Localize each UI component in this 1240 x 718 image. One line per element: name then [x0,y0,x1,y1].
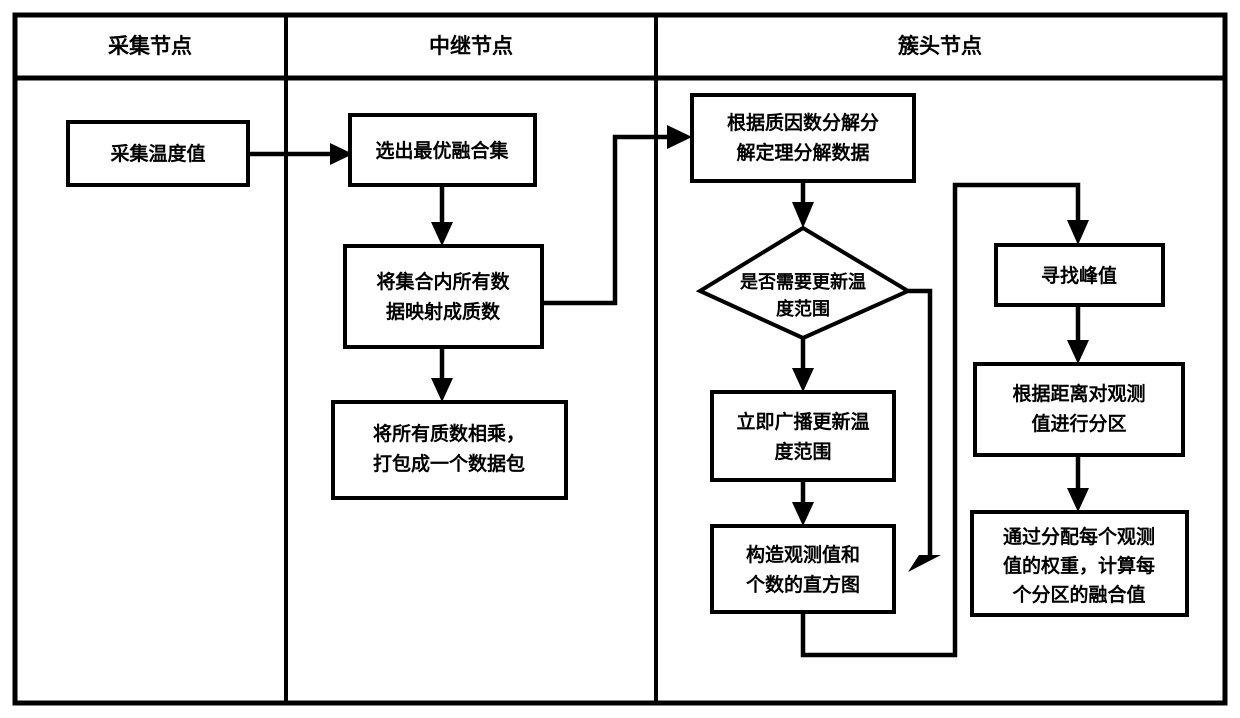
edge-collect-to-relay [248,143,353,165]
node-prime-factorization-decompose[interactable]: 根据质因数分解分 解定理分解数据 [690,93,916,183]
flowchart-canvas: 采集节点 中继节点 簇头节点 采集温度值 选出最优融合集 将集合内所有数 据映射… [0,0,1240,718]
node-label-line-3: 个分区的融合值 [1011,583,1145,606]
node-label-line-1: 将集合内所有数 [376,270,510,293]
node-label-line-2: 度范围 [776,298,830,320]
edge-n3-to-n5 [542,125,692,306]
arrowhead-icon [1067,340,1089,364]
node-partition-by-distance[interactable]: 根据距离对观测 值进行分区 [973,362,1185,457]
node-weighted-fusion-value[interactable]: 通过分配每个观测 值的权重，计算每 个分区的融合值 [970,510,1189,617]
edge-n6-to-n7 [792,338,814,392]
arrowhead-icon [431,222,453,246]
arrowhead-icon [1067,220,1089,245]
edge-n10-to-n11 [1067,455,1089,512]
arrowhead-icon [1067,488,1089,512]
node-label-line-1: 构造观测值和 [746,543,860,566]
arrowhead-icon [431,378,453,402]
edge-n3-to-n4 [431,347,453,402]
node-decision-update-temp-range[interactable]: 是否需要更新温 度范围 [695,225,913,341]
arrowhead-icon [792,368,814,392]
lane-title-collect: 采集节点 [108,34,192,58]
edge-n9-to-n10 [1067,305,1089,364]
node-label-line-2: 解定理分解数据 [736,141,869,164]
node-select-optimal-fusion-set[interactable]: 选出最优融合集 [348,113,537,187]
node-label-line-2: 个数的直方图 [745,573,860,596]
node-label-line-1: 根据距离对观测 [1012,382,1145,405]
node-label-line-2: 值的权重，计算每 [1003,554,1155,577]
node-label: 选出最优融合集 [375,139,509,162]
arrowhead-icon [908,555,941,572]
node-multiply-primes-pack[interactable]: 将所有质数相乘， 打包成一个数据包 [331,400,568,500]
node-label-line-1: 是否需要更新温 [739,271,866,293]
node-label-line-1: 通过分配每个观测 [1003,525,1155,548]
arrowhead-icon [667,125,692,149]
edge-n2-to-n3 [431,185,453,246]
edge-n5-to-n6 [792,181,814,228]
node-label: 采集温度值 [110,142,205,165]
node-label-line-1: 将所有质数相乘， [373,422,525,445]
node-label-line-1: 根据质因数分解分 [727,111,879,134]
swimlane-flowchart-svg: 采集节点 中继节点 簇头节点 采集温度值 选出最优融合集 将集合内所有数 据映射… [12,12,1228,706]
edge-n7-to-n8 [792,480,814,526]
node-label-line-2: 度范围 [774,440,831,463]
lane-title-clusterhead: 簇头节点 [898,34,982,58]
node-label-line-2: 值进行分区 [1031,412,1126,435]
arrowhead-icon [792,502,814,526]
node-broadcast-temp-range[interactable]: 立即广播更新温 度范围 [710,390,896,482]
node-label-line-1: 立即广播更新温 [736,410,869,433]
node-collect-temperature[interactable]: 采集温度值 [66,120,250,187]
node-label-line-2: 打包成一个数据包 [373,452,525,475]
node-find-peak[interactable]: 寻找峰值 [994,243,1165,307]
node-map-set-to-primes[interactable]: 将集合内所有数 据映射成质数 [343,244,544,349]
node-label: 寻找峰值 [1041,264,1117,287]
edge-n6-to-n8-bypass [908,288,941,572]
node-build-histogram[interactable]: 构造观测值和 个数的直方图 [710,524,896,614]
node-label-line-2: 据映射成质数 [386,300,501,323]
arrowhead-icon [792,202,814,228]
lane-title-relay: 中继节点 [429,34,513,58]
